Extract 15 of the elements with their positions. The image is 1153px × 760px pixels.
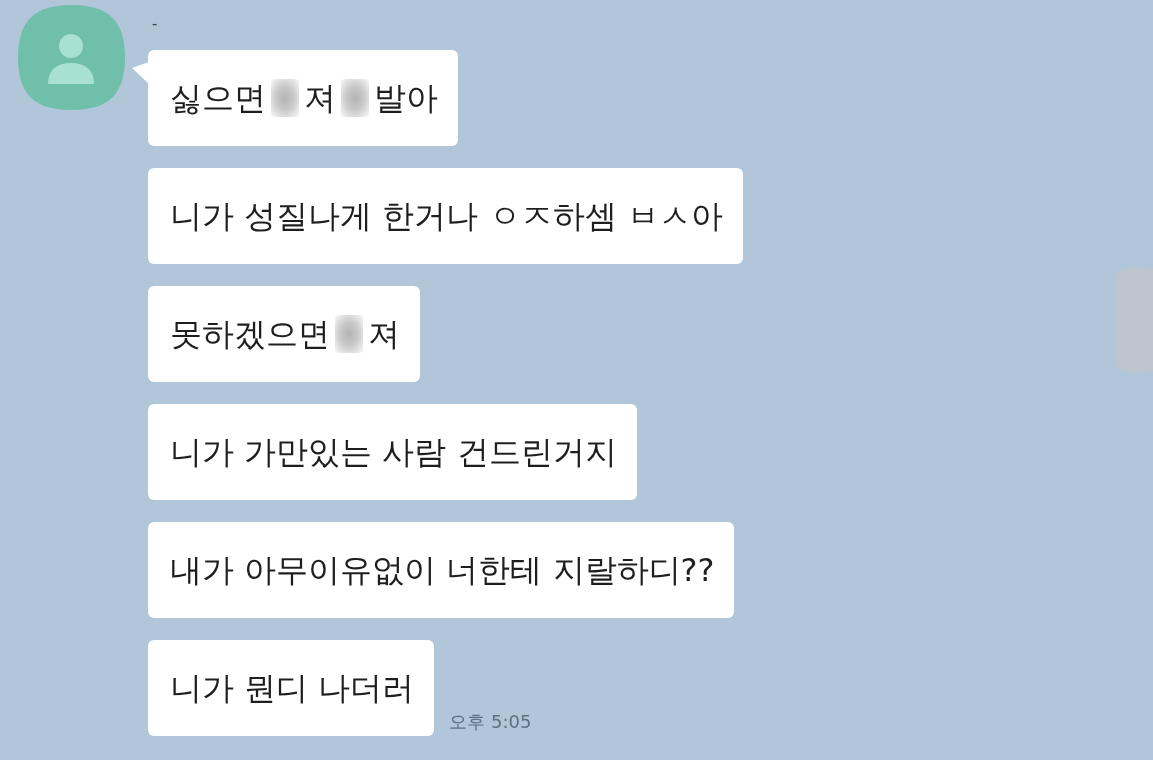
blurred-patch (341, 79, 369, 117)
message-text: 발아 (374, 78, 438, 118)
blurred-patch (335, 315, 363, 353)
message-text: 니가 뭔디 나더러 (170, 668, 415, 708)
message-text: 싫으면 (170, 78, 266, 118)
message-time: 오후 5:05 (449, 712, 532, 732)
avatar-icon[interactable] (18, 5, 125, 110)
message-text: 니가 가만있는 사람 건드린거지 (170, 432, 617, 472)
message-text: 져 (368, 314, 400, 354)
message-text: 니가 성질나게 한거나 ㅇㅈ하셈 ㅂㅅ아 (170, 196, 723, 236)
message-text: 내가 아무이유없이 너한테 지랄하디?? (170, 550, 715, 590)
message-text: 져 (304, 78, 336, 118)
message-text: 못하겠으면 (170, 314, 330, 354)
blurred-patch (271, 79, 299, 117)
sender-name: - (151, 16, 158, 32)
